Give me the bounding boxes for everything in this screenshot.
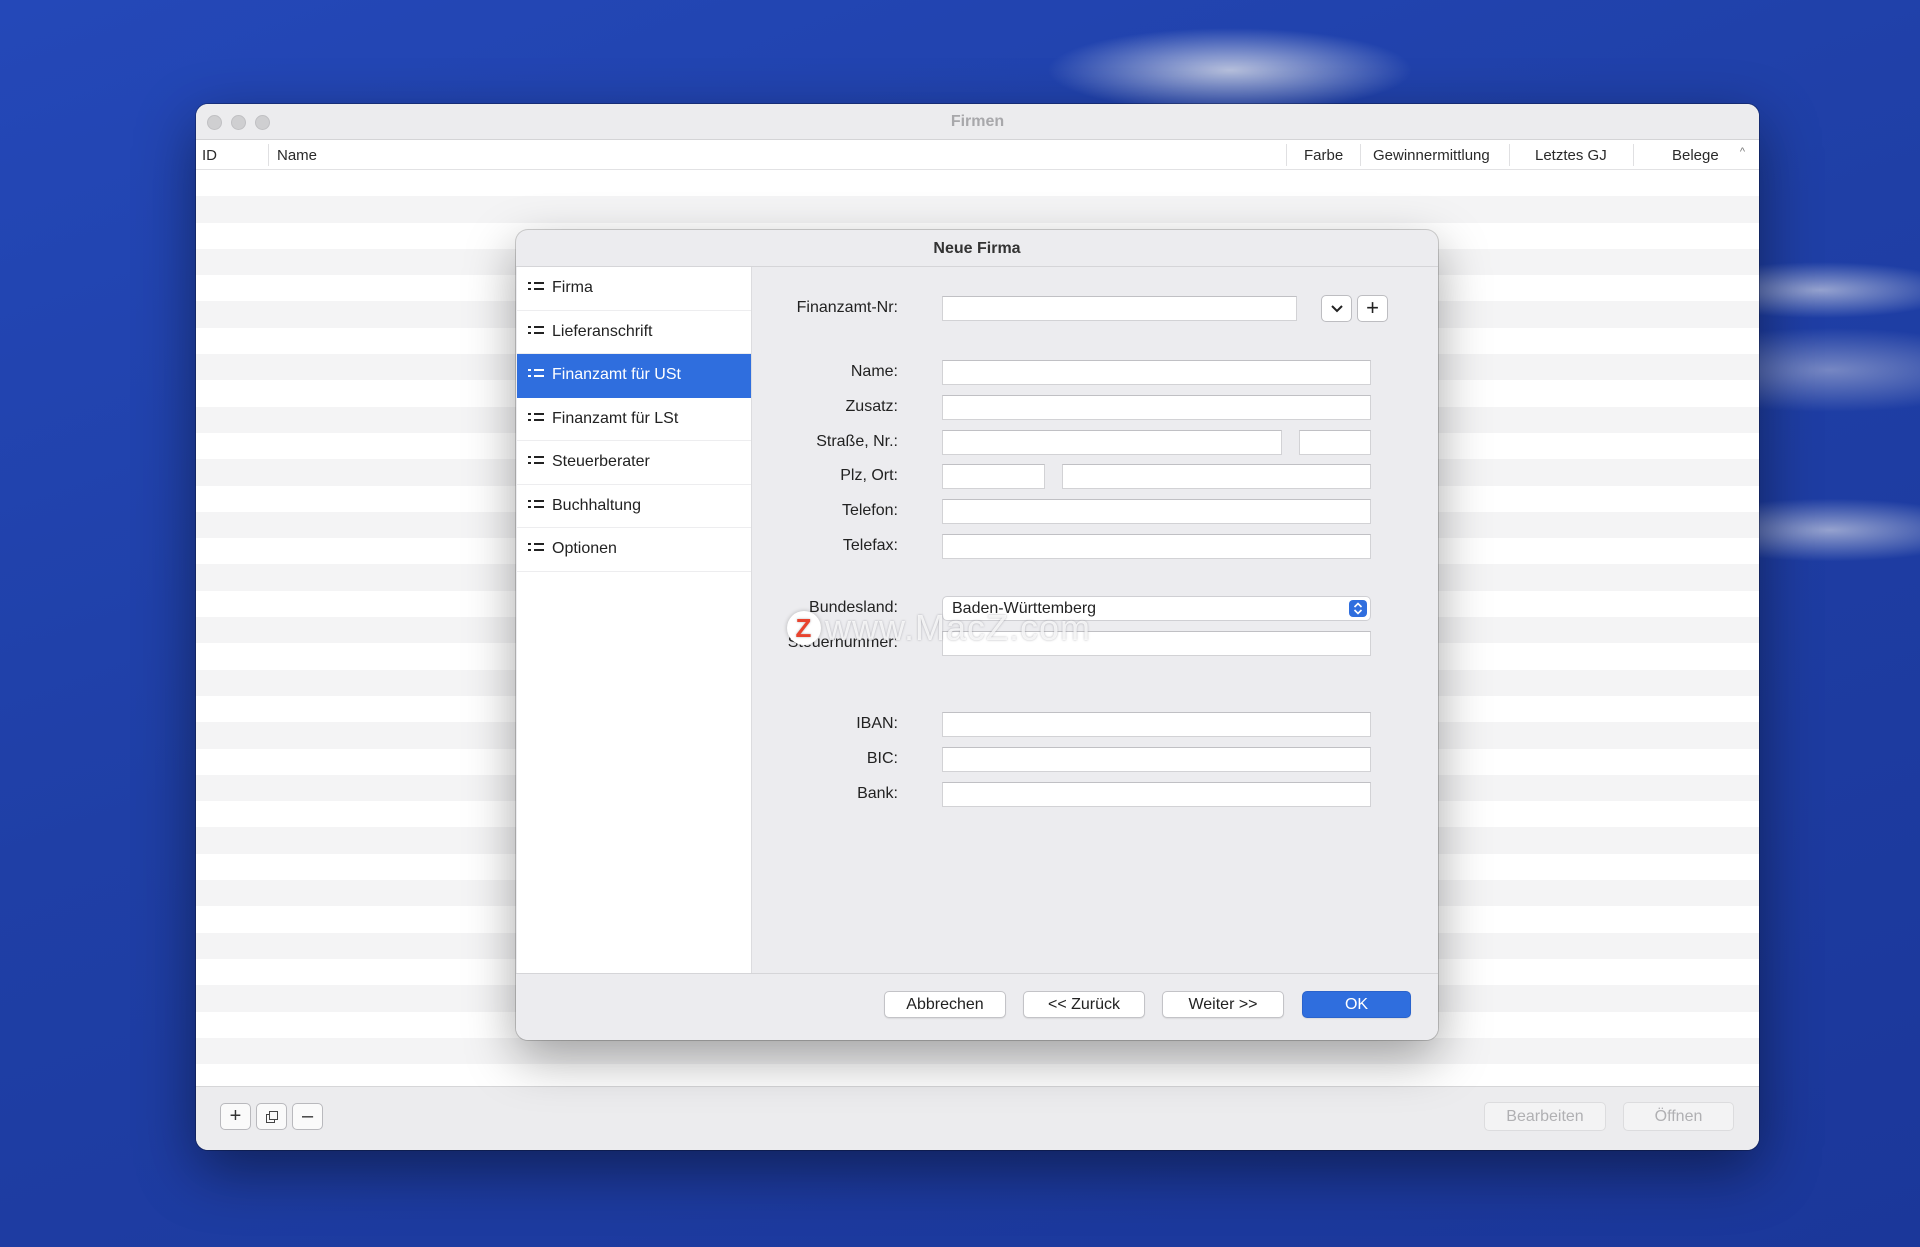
table-row[interactable] bbox=[196, 1037, 1759, 1065]
nav-item-buchhaltung[interactable]: Buchhaltung bbox=[517, 485, 751, 528]
nav-item-finanzamt-ust[interactable]: Finanzamt für USt bbox=[517, 354, 751, 398]
name-label: Name: bbox=[850, 363, 898, 380]
dialog-sidebar: Firma Lieferanschrift Finanzamt für USt … bbox=[517, 267, 752, 973]
name-input[interactable] bbox=[942, 360, 1371, 385]
telefax-label: Telefax: bbox=[842, 537, 898, 554]
column-separator bbox=[1360, 144, 1361, 166]
list-icon bbox=[528, 367, 544, 381]
list-icon bbox=[528, 280, 544, 294]
column-separator bbox=[1509, 144, 1510, 166]
column-header-farbe[interactable]: Farbe bbox=[1304, 147, 1343, 164]
window-titlebar: Firmen bbox=[196, 104, 1759, 140]
table-row[interactable] bbox=[196, 170, 1759, 197]
hausnummer-input[interactable] bbox=[1299, 430, 1371, 455]
plz-input[interactable] bbox=[942, 464, 1045, 489]
window-bottom-bar: + – Bearbeiten Öffnen bbox=[196, 1086, 1759, 1150]
duplicate-icon bbox=[265, 1111, 278, 1123]
bank-input[interactable] bbox=[942, 782, 1371, 807]
list-icon bbox=[528, 411, 544, 425]
nav-item-label: Buchhaltung bbox=[552, 496, 641, 514]
ort-input[interactable] bbox=[1062, 464, 1371, 489]
column-separator bbox=[1633, 144, 1634, 166]
neue-firma-dialog: Neue Firma Firma Lieferanschrift Finanza… bbox=[516, 230, 1438, 1040]
table-header: ID Name Farbe Gewinnermittlung Letztes G… bbox=[196, 140, 1759, 170]
iban-label: IBAN: bbox=[856, 715, 898, 732]
bic-label: BIC: bbox=[866, 750, 898, 767]
column-header-letztes-gj[interactable]: Letztes GJ bbox=[1535, 147, 1607, 164]
window-title: Firmen bbox=[950, 113, 1005, 130]
finanzamt-nr-label: Finanzamt-Nr: bbox=[796, 299, 898, 316]
duplicate-company-button[interactable] bbox=[256, 1103, 287, 1130]
column-separator bbox=[268, 144, 269, 166]
dialog-title: Neue Firma bbox=[516, 230, 1438, 267]
next-button[interactable]: Weiter >> bbox=[1162, 991, 1284, 1018]
nav-item-label: Optionen bbox=[552, 540, 617, 557]
back-button[interactable]: << Zurück bbox=[1023, 991, 1145, 1018]
finanzamt-nr-input[interactable] bbox=[942, 296, 1297, 321]
column-header-belege[interactable]: Belege bbox=[1672, 147, 1719, 164]
column-header-id[interactable]: ID bbox=[202, 147, 217, 164]
ok-button[interactable]: OK bbox=[1302, 991, 1411, 1018]
column-header-name[interactable]: Name bbox=[277, 147, 317, 164]
nav-item-firma[interactable]: Firma bbox=[517, 267, 751, 311]
column-separator bbox=[1286, 144, 1287, 166]
open-button[interactable]: Öffnen bbox=[1623, 1102, 1734, 1131]
nav-item-label: Steuerberater bbox=[552, 453, 650, 470]
dialog-footer: Abbrechen << Zurück Weiter >> OK bbox=[516, 973, 1438, 1040]
strasse-label: Straße, Nr.: bbox=[816, 433, 898, 450]
remove-company-button[interactable]: – bbox=[292, 1103, 323, 1130]
telefax-input[interactable] bbox=[942, 534, 1371, 559]
telefon-input[interactable] bbox=[942, 499, 1371, 524]
select-stepper-icon bbox=[1349, 600, 1367, 617]
table-row[interactable] bbox=[196, 196, 1759, 223]
finanzamt-ust-form: Finanzamt-Nr: + Name: Zusatz: Straße, Nr… bbox=[753, 267, 1438, 973]
list-icon bbox=[528, 498, 544, 512]
list-icon bbox=[528, 454, 544, 468]
finanzamt-dropdown-button[interactable] bbox=[1321, 295, 1352, 322]
watermark-text: www.MacZ.com bbox=[825, 607, 1092, 648]
list-icon bbox=[528, 324, 544, 338]
add-company-button[interactable]: + bbox=[220, 1103, 251, 1130]
zusatz-label: Zusatz: bbox=[845, 398, 898, 415]
zusatz-input[interactable] bbox=[942, 395, 1371, 420]
nav-item-label: Firma bbox=[552, 279, 593, 296]
watermark-logo: Z bbox=[787, 611, 821, 645]
chevron-down-icon bbox=[1330, 305, 1343, 313]
nav-item-label: Finanzamt für LSt bbox=[552, 409, 679, 427]
add-finanzamt-button[interactable]: + bbox=[1357, 295, 1388, 322]
nav-item-lieferanschrift[interactable]: Lieferanschrift bbox=[517, 311, 751, 354]
nav-item-optionen[interactable]: Optionen bbox=[517, 528, 751, 572]
nav-item-label: Lieferanschrift bbox=[552, 322, 653, 340]
edit-button[interactable]: Bearbeiten bbox=[1484, 1102, 1606, 1131]
bic-input[interactable] bbox=[942, 747, 1371, 772]
iban-input[interactable] bbox=[942, 712, 1371, 737]
list-icon bbox=[528, 541, 544, 555]
plz-ort-label: Plz, Ort: bbox=[840, 467, 898, 484]
telefon-label: Telefon: bbox=[841, 502, 898, 519]
nav-item-label: Finanzamt für USt bbox=[552, 366, 681, 383]
nav-item-finanzamt-lst[interactable]: Finanzamt für LSt bbox=[517, 398, 751, 441]
strasse-input[interactable] bbox=[942, 430, 1282, 455]
column-header-gewinnermittlung[interactable]: Gewinnermittlung bbox=[1373, 147, 1490, 164]
bank-label: Bank: bbox=[857, 785, 898, 802]
cancel-button[interactable]: Abbrechen bbox=[884, 991, 1006, 1018]
nav-item-steuerberater[interactable]: Steuerberater bbox=[517, 441, 751, 485]
sort-ascending-icon[interactable]: ^ bbox=[1740, 146, 1745, 158]
